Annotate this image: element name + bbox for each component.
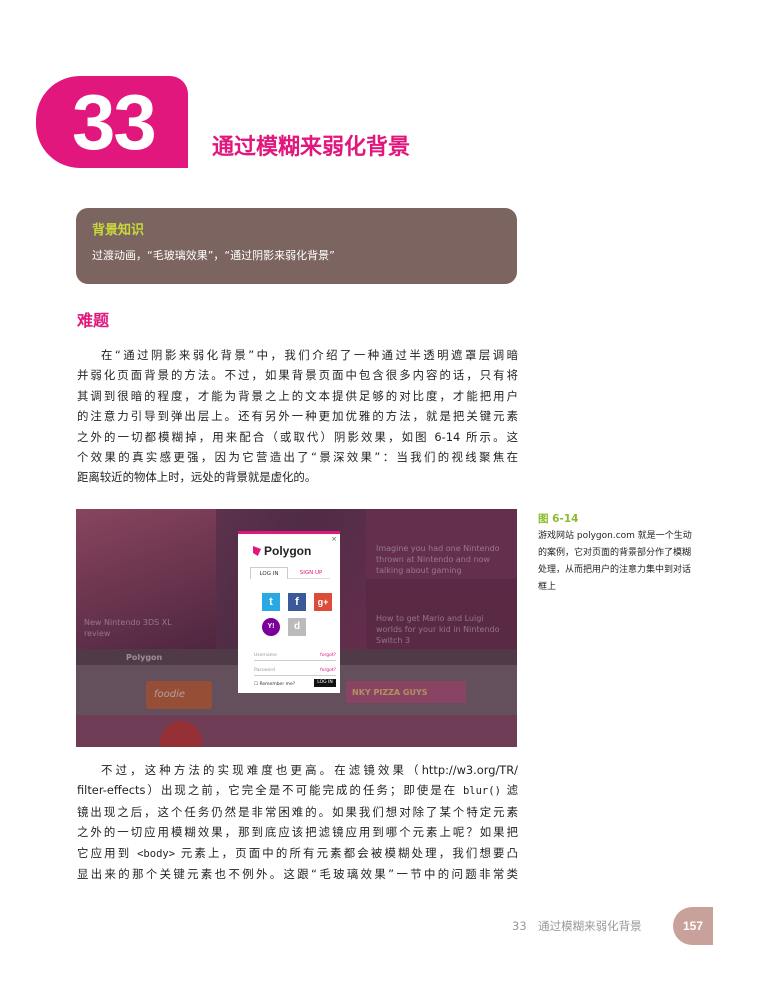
disqus-icon[interactable]: d	[288, 618, 306, 636]
login-dialog: × Polygon LOG IN SIGN UP t f g+ Y! d Use…	[238, 531, 340, 693]
paragraph-line: 不过，这种方法的实现难度也更高。在滤镜效果（http://w3.org/TR/	[77, 760, 518, 780]
paragraph-2: 不过，这种方法的实现难度也更高。在滤镜效果（http://w3.org/TR/ …	[77, 760, 518, 884]
paragraph-line: 距离较近的物体上时，远处的背景就是虚化的。	[77, 470, 317, 485]
text-run: 显出来的那个关键元素也不例外。这跟“毛玻璃效果”一节中的问题非常类	[77, 867, 518, 882]
footer-chapter-title: 33 通过模糊来弱化背景	[512, 919, 642, 933]
remember-me-label: Remember me?	[259, 682, 296, 687]
remember-me-checkbox[interactable]: ☐ Remember me?	[254, 682, 295, 687]
twitter-icon[interactable]: t	[262, 593, 280, 611]
username-placeholder: Username	[254, 653, 277, 658]
chapter-title: 通过模糊来弱化背景	[212, 135, 411, 160]
page-number: 157	[673, 907, 713, 945]
text-run: 之外的一切应用模糊效果，那到底应该把滤镜应用到哪个元素上呢？如果把	[77, 825, 518, 840]
text-run: 元素上，页面中的所有元素都会被模糊处理，我们想要凸	[175, 845, 518, 860]
facebook-icon[interactable]: f	[288, 593, 306, 611]
paragraph-line: 镜出现之后，这个任务仍然是非常困难的。如果我们想对除了某个特定元素	[77, 802, 518, 822]
login-button[interactable]: LOG IN	[314, 679, 336, 687]
forgot-password-link[interactable]: forgot?	[320, 665, 336, 676]
text-run: 镜出现之后，这个任务仍然是非常困难的。如果我们想对除了某个特定元素	[77, 804, 518, 819]
text-run: 不过，这种方法的实现难度也更高。在滤镜效果（http://w3.org/TR/	[101, 763, 518, 777]
yahoo-icon[interactable]: Y!	[262, 618, 280, 636]
tab-login[interactable]: LOG IN	[250, 567, 288, 579]
close-icon[interactable]: ×	[331, 535, 337, 543]
paragraph-line: 显出来的那个关键元素也不例外。这跟“毛玻璃效果”一节中的问题非常类	[77, 864, 518, 884]
text-run: filter-effects）出现之前，它完全是不可能完成的任务；即使是在	[77, 783, 463, 798]
username-field[interactable]: Username forgot?	[254, 650, 336, 661]
dialog-tabs: LOG IN SIGN UP	[250, 567, 330, 579]
forgot-username-link[interactable]: forgot?	[320, 650, 336, 661]
chapter-number: 33	[72, 78, 157, 166]
figure-screenshot: New Nintendo 3DS XL review Imagine you h…	[76, 509, 517, 747]
background-knowledge-title: 背景知识	[92, 223, 145, 238]
text-run: 滤	[500, 783, 518, 798]
figure-caption: 游戏网站 polygon.com 就是一个生动的案例，它对页面的背景部分作了模糊…	[538, 531, 692, 592]
password-field[interactable]: Password forgot?	[254, 665, 336, 676]
background-knowledge-text: 过渡动画，“毛玻璃效果”，“通过阴影来弱化背景”	[92, 249, 335, 262]
polygon-logo-text: Polygon	[264, 544, 312, 558]
section-heading: 难题	[77, 311, 110, 330]
code-body: <body>	[137, 847, 176, 860]
tab-signup[interactable]: SIGN UP	[292, 567, 330, 579]
googleplus-icon[interactable]: g+	[314, 593, 332, 611]
background-knowledge-box	[76, 208, 517, 284]
code-blur: blur()	[462, 785, 501, 798]
paragraph-line: 其调到很暗的程度，才能为背景之上的文本提供足够的对比度，才能把用户	[77, 388, 518, 403]
text-run: 它应用到	[77, 845, 138, 860]
paragraph-1: 在“通过阴影来弱化背景”中，我们介绍了一种通过半透明遮罩层调暗 并弱化页面背景的…	[77, 345, 518, 488]
polygon-logo-icon	[253, 546, 261, 556]
paragraph-line: 之外的一切应用模糊效果，那到底应该把滤镜应用到哪个元素上呢？如果把	[77, 822, 518, 842]
paragraph-line: 并弱化页面背景的方法。不过，如果背景页面中包含很多内容的话，只有将	[77, 368, 518, 383]
password-placeholder: Password	[254, 668, 276, 673]
paragraph-line: 它应用到 <body> 元素上，页面中的所有元素都会被模糊处理，我们想要凸	[77, 843, 518, 864]
figure-label: 图 6-14	[538, 513, 579, 525]
paragraph-line: 的注意力引导到弹出层上。还有另外一种更加优雅的方法，就是把关键元素	[77, 409, 518, 424]
paragraph-line: 个效果的真实感更强，因为它营造出了“景深效果”：当我们的视线聚焦在	[77, 450, 518, 465]
paragraph-line: 在“通过阴影来弱化背景”中，我们介绍了一种通过半透明遮罩层调暗	[101, 348, 518, 362]
paragraph-line: 之外的一切都模糊掉，用来配合（或取代）阴影效果，如图 6-14 所示。这	[77, 429, 518, 444]
paragraph-line: filter-effects）出现之前，它完全是不可能完成的任务；即使是在 bl…	[77, 780, 518, 801]
